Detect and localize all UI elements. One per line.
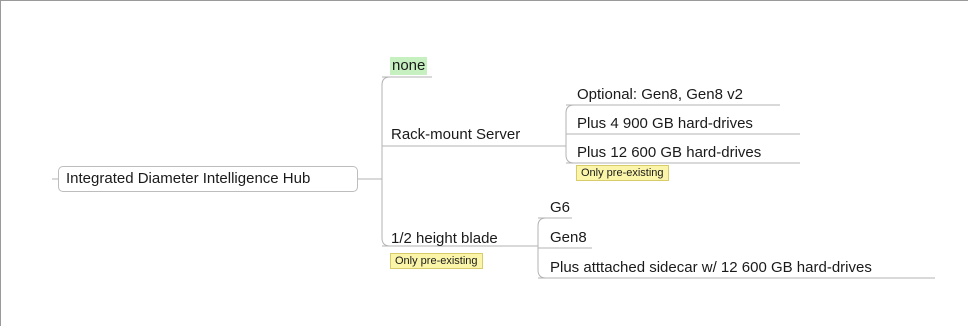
blade-child-g6[interactable]: G6: [550, 199, 570, 217]
branch-half-height-blade[interactable]: 1/2 height blade: [391, 230, 498, 248]
blade-child-gen8[interactable]: Gen8: [550, 229, 587, 247]
branch-none[interactable]: none: [390, 57, 428, 75]
note-blade-pre-existing: Only pre-existing: [390, 253, 483, 269]
branch-rack-mount-server[interactable]: Rack-mount Server: [391, 126, 520, 144]
rack-child-optional[interactable]: Optional: Gen8, Gen8 v2: [577, 86, 743, 104]
connector-trunk: [381, 76, 391, 247]
rack-child-12-drives[interactable]: Plus 12 600 GB hard-drives: [577, 144, 761, 162]
rack-child-4-drives[interactable]: Plus 4 900 GB hard-drives: [577, 115, 753, 133]
blade-child-sidecar[interactable]: Plus atttached sidecar w/ 12 600 GB hard…: [550, 259, 872, 277]
note-rack-pre-existing: Only pre-existing: [576, 165, 669, 181]
root-node[interactable]: Integrated Diameter Intelligence Hub: [58, 166, 358, 192]
connector-lines: [52, 76, 935, 279]
